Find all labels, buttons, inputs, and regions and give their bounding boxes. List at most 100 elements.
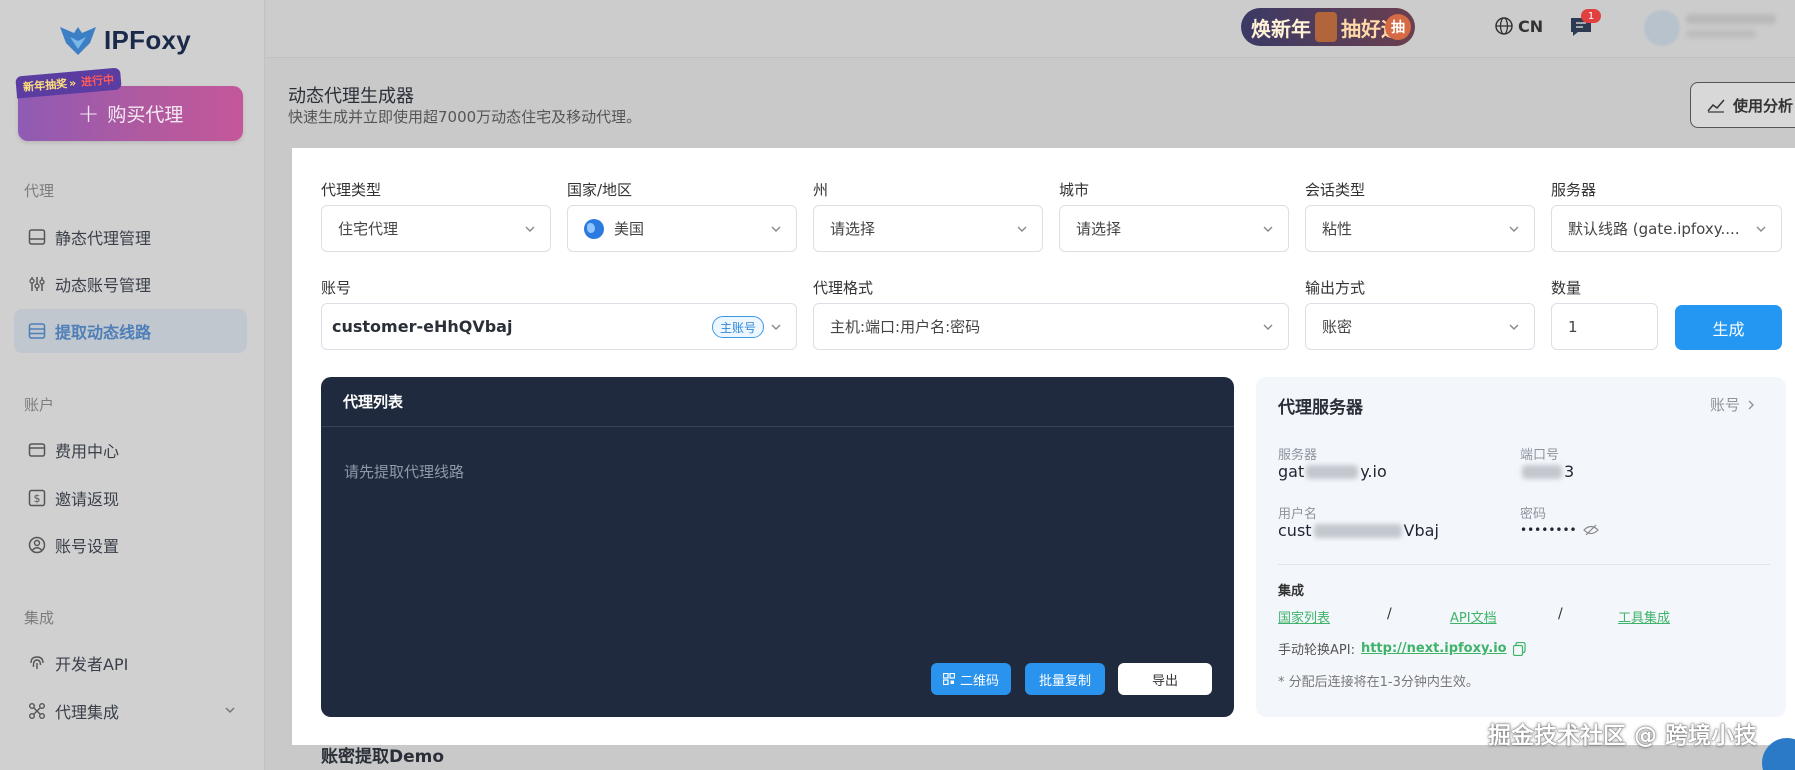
tool-integration-link[interactable]: 工具集成 (1618, 607, 1670, 626)
dollar-icon: $ (27, 488, 47, 508)
proxy-type-select[interactable]: 住宅代理 (321, 205, 551, 252)
server-value: gat y.io (1278, 462, 1387, 481)
gift-icon (1315, 12, 1337, 42)
state-value: 请选择 (830, 220, 876, 238)
account-label: 账号 (321, 279, 352, 297)
proxy-server-title: 代理服务器 (1278, 398, 1363, 418)
quantity-label: 数量 (1551, 279, 1582, 297)
promo-banner-text: 焕新年 (1251, 16, 1311, 41)
rotation-api-row: 手动轮换API: http://next.ipfoxy.io (1278, 639, 1526, 658)
sliders-icon (27, 274, 47, 294)
state-label: 州 (813, 181, 829, 199)
section-title-integration: 集成 (24, 609, 55, 627)
qr-code-button[interactable]: 二维码 (931, 663, 1011, 695)
rotation-api-link[interactable]: http://next.ipfoxy.io (1361, 641, 1507, 656)
usage-analysis-button[interactable]: 使用分析 (1690, 82, 1795, 128)
link-separator: / (1387, 606, 1392, 622)
account-link[interactable]: 账号 (1710, 394, 1756, 415)
promo-draw-badge: 抽 (1385, 14, 1411, 40)
account-select[interactable]: customer-eHhQVbaj 主账号 (321, 303, 797, 350)
output-method-select[interactable]: 账密 (1305, 303, 1535, 350)
output-method-label: 输出方式 (1305, 279, 1366, 297)
sidebar-item-billing[interactable]: 费用中心 (14, 428, 247, 472)
country-value: 美国 (614, 220, 645, 238)
globe-icon (1495, 17, 1513, 35)
chevron-down-icon (1263, 324, 1273, 330)
page-title: 动态代理生成器 (288, 86, 414, 107)
session-type-label: 会话类型 (1305, 181, 1366, 199)
sidebar-item-label: 费用中心 (55, 442, 120, 461)
country-select[interactable]: 美国 (567, 205, 797, 252)
batch-copy-button[interactable]: 批量复制 (1025, 663, 1105, 695)
list-icon (27, 321, 47, 341)
sidebar-item-invite[interactable]: $ 邀请返现 (14, 476, 247, 520)
activation-note: * 分配后连接将在1-3分钟内生效。 (1278, 675, 1479, 690)
username-key: 用户名 (1278, 507, 1318, 522)
export-button[interactable]: 导出 (1118, 663, 1212, 695)
sidebar-item-label: 提取动态线路 (55, 323, 152, 342)
proxy-list-title: 代理列表 (321, 377, 1234, 427)
chevron-down-icon (771, 226, 781, 232)
user-icon (27, 535, 47, 555)
divider (1278, 564, 1770, 565)
country-list-link[interactable]: 国家列表 (1278, 607, 1330, 626)
sidebar-item-extract-dynamic[interactable]: 提取动态线路 (14, 309, 247, 353)
language-label: CN (1518, 16, 1544, 36)
logo-text: IPFoxy (104, 24, 192, 55)
quantity-input[interactable]: 1 (1551, 303, 1658, 350)
section-title-account: 账户 (24, 396, 55, 414)
chevron-down-icon (1756, 226, 1766, 232)
link-separator: / (1558, 606, 1563, 622)
eye-off-icon[interactable] (1582, 524, 1599, 536)
sidebar-item-label: 邀请返现 (55, 490, 120, 509)
plus-icon: + (77, 98, 100, 129)
chevron-down-icon (1017, 226, 1027, 232)
generate-button[interactable]: 生成 (1675, 305, 1782, 350)
proxy-list-panel: 代理列表 请先提取代理线路 二维码 批量复制 导出 (321, 377, 1234, 717)
proxy-server-panel: 代理服务器 账号 服务器 gat y.io 端口号 3 用户名 cust Vbaj … (1256, 377, 1786, 717)
city-select[interactable]: 请选择 (1059, 205, 1289, 252)
section-title-proxy: 代理 (24, 182, 55, 200)
sidebar-item-static-proxy[interactable]: 静态代理管理 (14, 215, 247, 259)
logo[interactable]: IPFoxy (58, 20, 191, 60)
proxy-format-label: 代理格式 (813, 279, 874, 297)
sidebar-item-proxy-integration[interactable]: 代理集成 (14, 689, 247, 733)
main-account-badge: 主账号 (711, 316, 764, 338)
sidebar-item-label: 账号设置 (55, 537, 120, 556)
fox-logo-icon (60, 27, 96, 55)
session-type-select[interactable]: 粘性 (1305, 205, 1535, 252)
user-email-blurred (1686, 30, 1756, 38)
proxy-list-empty: 请先提取代理线路 (344, 463, 465, 481)
proxy-format-select[interactable]: 主机:端口:用户名:密码 (813, 303, 1289, 350)
chevron-right-icon (1748, 400, 1754, 409)
password-masked: •••••••• (1520, 523, 1577, 537)
port-value: 3 (1520, 462, 1574, 481)
username-value: cust Vbaj (1278, 521, 1439, 540)
port-redacted (1522, 464, 1562, 479)
sidebar-item-developer-api[interactable]: 开发者API (14, 641, 247, 685)
fingerprint-icon (27, 653, 47, 673)
server-select[interactable]: 默认线路 (gate.ipfoxy.... (1551, 205, 1782, 252)
chevron-down-icon[interactable] (223, 703, 237, 717)
proxy-type-label: 代理类型 (321, 181, 382, 199)
sidebar-item-label: 开发者API (55, 655, 129, 674)
avatar[interactable] (1644, 10, 1680, 46)
usage-analysis-label: 使用分析 (1733, 96, 1794, 115)
sidebar-item-label: 代理集成 (55, 703, 120, 722)
integration-title: 集成 (1278, 584, 1305, 599)
session-type-value: 粘性 (1322, 220, 1353, 238)
chevron-down-icon (771, 324, 781, 330)
state-select[interactable]: 请选择 (813, 205, 1043, 252)
promo-banner[interactable]: 焕新年 抽好运 抽 (1241, 8, 1415, 46)
sidebar-item-settings[interactable]: 账号设置 (14, 523, 247, 567)
api-docs-link[interactable]: API文档 (1450, 607, 1497, 626)
username-value-prefix: cust (1278, 521, 1312, 540)
server-value-prefix: gat (1278, 462, 1305, 481)
language-switcher[interactable]: CN (1494, 16, 1543, 36)
buy-proxy-area: 新年抽奖» 进行中 + 购买代理 (15, 67, 243, 141)
chevron-down-icon (1509, 324, 1519, 330)
copy-icon[interactable] (1512, 641, 1526, 656)
sidebar-item-dynamic-account[interactable]: 动态账号管理 (14, 262, 247, 306)
city-label: 城市 (1059, 181, 1090, 199)
sidebar-item-label: 静态代理管理 (55, 229, 152, 248)
